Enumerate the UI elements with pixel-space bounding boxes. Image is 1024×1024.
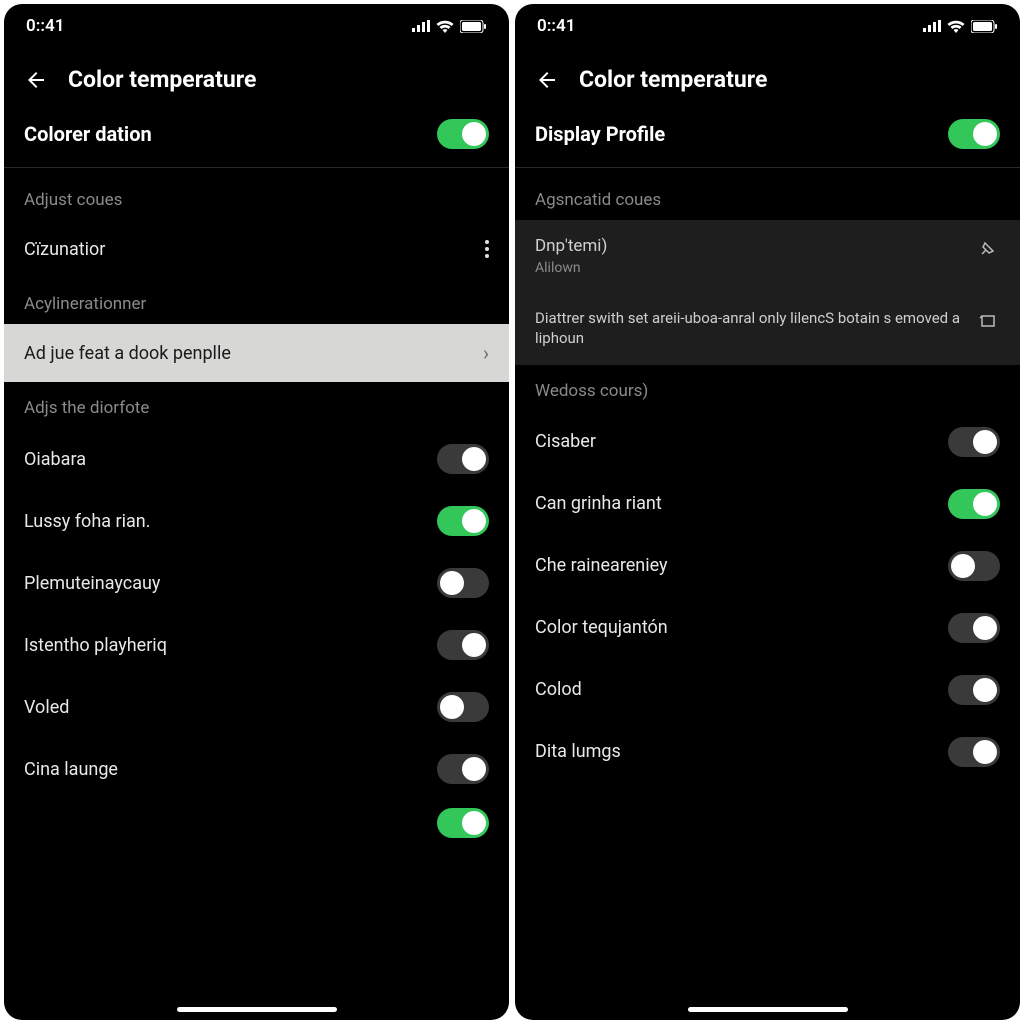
row-label: Dita lumgs (535, 741, 621, 762)
page-header: Color temperature (4, 48, 509, 119)
toggle-switch[interactable] (437, 808, 489, 838)
back-button[interactable] (535, 68, 559, 92)
main-toggle-row[interactable]: Colorer dation (4, 119, 509, 168)
toggle-switch[interactable] (948, 613, 1000, 643)
toggle-row-colortequ[interactable]: Color tequjantón (515, 597, 1020, 659)
toggle-row-voled[interactable]: Voled (4, 676, 509, 738)
row-highlight[interactable]: Ad jue feat a dook penplle › (4, 324, 509, 382)
toggle-row-cangrinha[interactable]: Can grinha riant (515, 473, 1020, 535)
row-diattrer[interactable]: Diattrer swith set areii-uboa-anral only… (515, 292, 1020, 365)
cellular-icon (923, 20, 941, 32)
status-time: 0::41 (537, 16, 575, 36)
status-time: 0::41 (26, 16, 64, 36)
toggle-switch[interactable] (948, 675, 1000, 705)
toggle-row-oiabara[interactable]: Oiabara (4, 428, 509, 490)
status-right (412, 20, 487, 33)
row-label (24, 813, 28, 834)
main-toggle-switch[interactable] (437, 119, 489, 149)
toggle-switch[interactable] (437, 630, 489, 660)
cellular-icon (412, 20, 430, 32)
toggle-switch[interactable] (948, 551, 1000, 581)
row-label: Plemuteinaycauy (24, 573, 160, 594)
main-toggle-row[interactable]: Display Profile (515, 119, 1020, 168)
section-wedoss: Wedoss cours) (515, 365, 1020, 411)
row-civunatior[interactable]: Cïzunatior (4, 220, 509, 278)
row-label: Cina launge (24, 759, 118, 780)
toggle-switch[interactable] (437, 692, 489, 722)
section-agsncatid: Agsncatid coues (515, 168, 1020, 220)
battery-icon (971, 20, 998, 33)
battery-icon (460, 20, 487, 33)
toggle-switch[interactable] (948, 737, 1000, 767)
row-label: Voled (24, 697, 69, 718)
row-label: Lussy foha rian. (24, 511, 150, 532)
home-indicator[interactable] (177, 1007, 337, 1012)
toggle-switch[interactable] (948, 427, 1000, 457)
toggle-switch[interactable] (437, 444, 489, 474)
home-indicator[interactable] (688, 1007, 848, 1012)
toggle-switch[interactable] (437, 754, 489, 784)
main-toggle-label: Display Profile (535, 122, 665, 146)
row-label: Che raineareniey (535, 555, 668, 576)
row-dnptemi[interactable]: Dnp'temi) Alilown (515, 220, 1020, 292)
row-sub: Alilown (535, 260, 964, 276)
main-toggle-label: Colorer dation (24, 122, 152, 146)
main-toggle-switch[interactable] (948, 119, 1000, 149)
row-label: Colod (535, 679, 582, 700)
toggle-switch[interactable] (437, 506, 489, 536)
phone-left: 0::41 Color temperature Colorer dation A… (4, 4, 509, 1020)
row-label: Ad jue feat a dook penplle (24, 343, 231, 364)
status-bar: 0::41 (515, 4, 1020, 48)
toggle-row-peek[interactable] (4, 800, 509, 838)
phone-right: 0::41 Color temperature Display Profile … (515, 4, 1020, 1020)
dimmed-block: Dnp'temi) Alilown Diattrer swith set are… (515, 220, 1020, 365)
status-bar: 0::41 (4, 4, 509, 48)
pin-icon[interactable] (976, 236, 1000, 260)
status-right (923, 20, 998, 33)
row-label: Cïzunatior (24, 239, 105, 260)
toggle-row-cina[interactable]: Cina launge (4, 738, 509, 800)
wifi-icon (436, 20, 454, 33)
page-title: Color temperature (579, 66, 767, 93)
wifi-icon (947, 20, 965, 33)
toggle-row-cheraine[interactable]: Che raineareniey (515, 535, 1020, 597)
row-label: Dnp'temi) (535, 236, 964, 256)
toggle-row-dita[interactable]: Dita lumgs (515, 721, 1020, 783)
section-adjs: Adjs the diorfote (4, 382, 509, 428)
row-label: Oiabara (24, 449, 86, 470)
page-title: Color temperature (68, 66, 256, 93)
back-button[interactable] (24, 68, 48, 92)
toggle-row-plemut[interactable]: Plemuteinaycauy (4, 552, 509, 614)
row-label: Diattrer swith set areii-uboa-anral only… (535, 308, 964, 349)
row-label: Istentho playheriq (24, 635, 167, 656)
toggle-row-istentho[interactable]: Istentho playheriq (4, 614, 509, 676)
toggle-row-lussy[interactable]: Lussy foha rian. (4, 490, 509, 552)
kebab-icon[interactable] (485, 240, 489, 258)
section-acyl: Acylinerationner (4, 278, 509, 324)
page-header: Color temperature (515, 48, 1020, 119)
row-label: Can grinha riant (535, 493, 662, 514)
toggle-switch[interactable] (948, 489, 1000, 519)
chevron-right-icon: › (483, 341, 489, 365)
row-label: Cisaber (535, 431, 596, 452)
content-left: Colorer dation Adjust coues Cïzunatior A… (4, 119, 509, 1020)
toggle-switch[interactable] (437, 568, 489, 598)
toggle-row-colod[interactable]: Colod (515, 659, 1020, 721)
toggle-row-cisaber[interactable]: Cisaber (515, 411, 1020, 473)
box-icon[interactable] (976, 308, 1000, 332)
section-adjust: Adjust coues (4, 168, 509, 220)
row-label: Color tequjantón (535, 617, 668, 638)
content-right: Display Profile Agsncatid coues Dnp'temi… (515, 119, 1020, 1020)
